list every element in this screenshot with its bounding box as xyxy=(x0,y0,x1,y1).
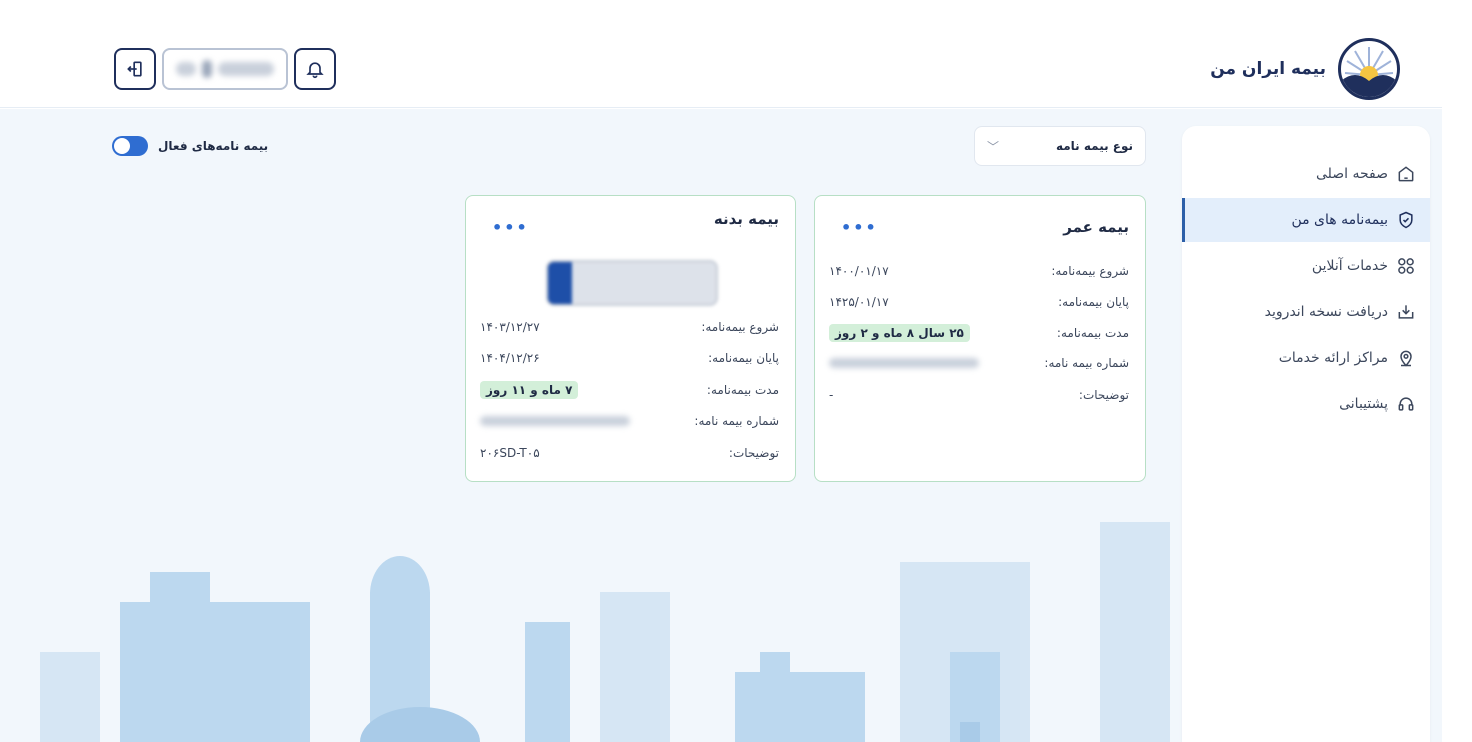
row-value: ۱۴۰۰/۰۱/۱۷ xyxy=(829,264,889,278)
row-value: ۲۰۶SD-T۰۵ xyxy=(480,446,540,460)
row-label: شماره بیمه نامه: xyxy=(1044,356,1129,370)
policy-card-life[interactable]: بیمه عمر ••• شروع بیمه‌نامه: ۱۴۰۰/۰۱/۱۷ … xyxy=(814,195,1146,482)
row-label: شماره بیمه نامه: xyxy=(694,414,779,428)
bell-icon xyxy=(306,62,324,79)
policy-type-select[interactable]: نوع بیمه نامه ﹀ xyxy=(974,126,1146,166)
row-end: پایان بیمه‌نامه: ۱۴۲۵/۰۱/۱۷ xyxy=(829,295,1129,309)
user-extra-blurred xyxy=(176,62,196,76)
plate-flag xyxy=(548,262,572,304)
more-options-icon[interactable]: ••• xyxy=(492,218,529,237)
active-policies-toggle-group: بیمه نامه‌های فعال xyxy=(112,136,268,156)
row-notes: توضیحات: ۲۰۶SD-T۰۵ xyxy=(480,446,779,460)
sidebar-item-home[interactable]: صفحه اصلی xyxy=(1182,152,1430,196)
card-title: بیمه بدنه xyxy=(713,210,779,228)
row-value: ۱۴۲۵/۰۱/۱۷ xyxy=(829,295,889,309)
sidebar-item-label: صفحه اصلی xyxy=(1315,166,1388,182)
row-start: شروع بیمه‌نامه: ۱۴۰۰/۰۱/۱۷ xyxy=(829,264,1129,278)
row-label: توضیحات: xyxy=(1078,388,1129,402)
row-end: پایان بیمه‌نامه: ۱۴۰۴/۱۲/۲۶ xyxy=(480,351,779,365)
location-icon xyxy=(1400,350,1412,367)
duration-badge: ۲۵ سال ۸ ماه و ۲ روز xyxy=(829,324,970,342)
row-label: شروع بیمه‌نامه: xyxy=(1051,264,1129,278)
row-policy-number: شماره بیمه نامه: xyxy=(829,356,1129,370)
toggle-knob xyxy=(114,138,130,154)
sidebar-item-service-centers[interactable]: مراکز ارائه خدمات xyxy=(1182,336,1430,380)
top-header: بیمه ایران من xyxy=(0,0,1442,108)
logo-sun-icon xyxy=(1338,38,1400,100)
policy-type-label: نوع بیمه نامه xyxy=(1055,139,1133,153)
row-notes: توضیحات: - xyxy=(829,388,1129,402)
download-icon xyxy=(1398,305,1414,319)
duration-badge: ۷ ماه و ۱۱ روز xyxy=(480,381,579,399)
row-duration: مدت بیمه‌نامه: ۷ ماه و ۱۱ روز xyxy=(480,381,779,399)
brand-name: بیمه ایران من xyxy=(1210,59,1326,79)
shield-check-icon xyxy=(1399,211,1413,229)
chevron-down-icon: ﹀ xyxy=(987,139,1000,154)
sidebar-item-support[interactable]: پشتیبانی xyxy=(1182,382,1430,426)
row-value: ۱۴۰۴/۱۲/۲۶ xyxy=(480,351,540,365)
row-start: شروع بیمه‌نامه: ۱۴۰۳/۱۲/۲۷ xyxy=(480,320,779,334)
exit-icon xyxy=(127,61,142,77)
row-label: پایان بیمه‌نامه: xyxy=(708,351,779,365)
user-name-blurred xyxy=(218,62,274,76)
row-duration: مدت بیمه‌نامه: ۲۵ سال ۸ ماه و ۲ روز xyxy=(829,324,1129,342)
active-policies-toggle[interactable] xyxy=(112,136,148,156)
more-options-icon[interactable]: ••• xyxy=(841,218,878,237)
row-value: - xyxy=(829,388,834,402)
grid-icon xyxy=(1398,258,1414,274)
card-title: بیمه عمر xyxy=(1063,218,1129,236)
row-label: مدت بیمه‌نامه: xyxy=(1056,326,1129,340)
sidebar-item-label: بیمه‌نامه های من xyxy=(1291,212,1388,228)
sidebar-item-label: پشتیبانی xyxy=(1339,396,1388,412)
sidebar-item-label: دریافت نسخه اندروید xyxy=(1264,304,1388,320)
brand-logo[interactable]: بیمه ایران من xyxy=(1210,38,1400,100)
row-value: ۱۴۰۳/۱۲/۲۷ xyxy=(480,320,540,334)
notifications-button[interactable] xyxy=(294,48,336,90)
sidebar-item-online-services[interactable]: خدمات آنلاین xyxy=(1182,244,1430,288)
user-profile-button[interactable] xyxy=(162,48,288,90)
license-plate-image xyxy=(546,260,718,306)
sidebar-item-label: خدمات آنلاین xyxy=(1311,258,1388,274)
logout-button[interactable] xyxy=(114,48,156,90)
sidebar-item-my-policies[interactable]: بیمه‌نامه های من xyxy=(1182,198,1430,242)
row-policy-number: شماره بیمه نامه: xyxy=(480,414,779,428)
row-label: پایان بیمه‌نامه: xyxy=(1058,295,1129,309)
sidebar: صفحه اصلی بیمه‌نامه های من خدمات آنلاین … xyxy=(1182,126,1430,742)
active-policies-label: بیمه نامه‌های فعال xyxy=(158,139,269,153)
row-label: توضیحات: xyxy=(728,446,779,460)
sidebar-item-android-download[interactable]: دریافت نسخه اندروید xyxy=(1182,290,1430,334)
policy-number-blurred xyxy=(480,416,630,426)
headset-icon xyxy=(1398,397,1414,411)
row-label: مدت بیمه‌نامه: xyxy=(706,383,779,397)
sidebar-item-label: مراکز ارائه خدمات xyxy=(1278,350,1388,366)
home-icon xyxy=(1398,166,1414,182)
policy-card-car-body[interactable]: بیمه بدنه ••• شروع بیمه‌نامه: ۱۴۰۳/۱۲/۲۷… xyxy=(465,195,796,482)
user-avatar-icon xyxy=(202,60,212,78)
policy-number-blurred xyxy=(829,358,979,368)
row-label: شروع بیمه‌نامه: xyxy=(701,320,779,334)
